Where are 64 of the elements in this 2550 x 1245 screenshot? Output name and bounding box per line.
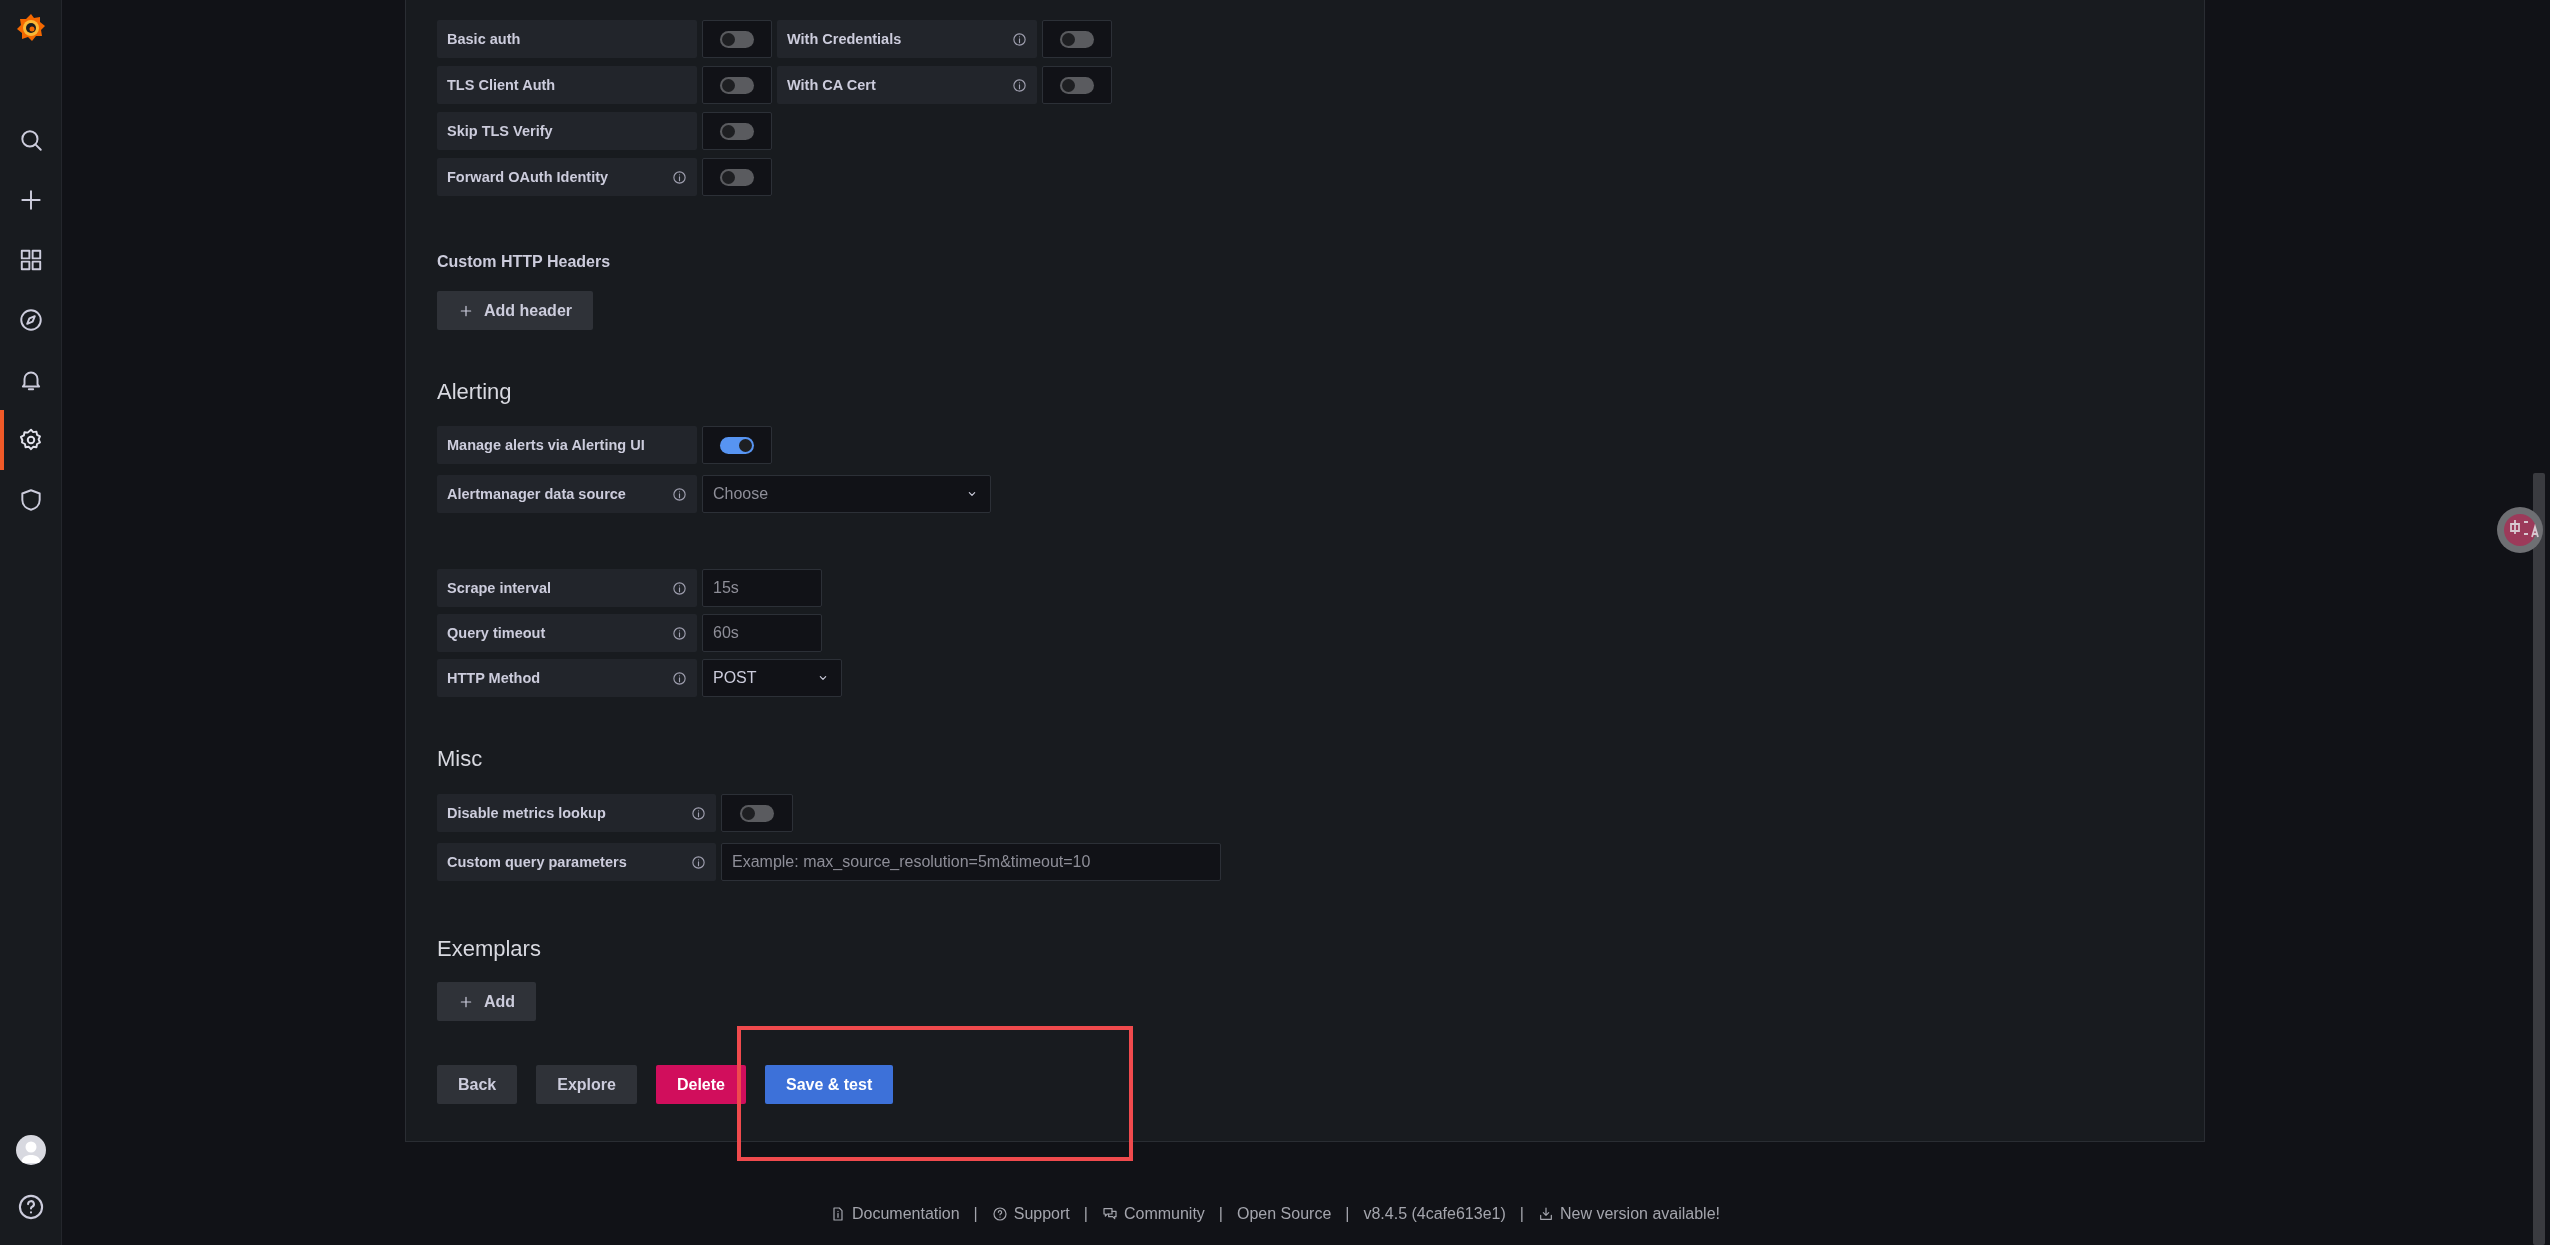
field-label: Alertmanager data source	[437, 475, 697, 513]
toggle-switch[interactable]	[740, 804, 774, 822]
separator: |	[1083, 1204, 1088, 1223]
toggle-switch[interactable]	[720, 30, 754, 48]
scrollbar-thumb[interactable]	[2533, 473, 2545, 1245]
add-button[interactable]: Add	[437, 982, 537, 1021]
info-icon	[672, 580, 687, 596]
field-label: Custom query parameters	[437, 843, 716, 881]
toggle-switch[interactable]	[1060, 76, 1094, 94]
footer-link[interactable]: Community	[1101, 1204, 1205, 1223]
field-label: TLS Client Auth	[437, 66, 697, 104]
info-icon	[691, 854, 706, 870]
toggle-switch[interactable]	[720, 168, 754, 186]
info-icon	[672, 670, 687, 686]
footer-link[interactable]: v8.4.5 (4cafe613e1)	[1363, 1204, 1506, 1223]
field-label: Disable metrics lookup	[437, 794, 716, 832]
add-header-button[interactable]: Add header	[437, 291, 593, 330]
info-icon	[1012, 77, 1027, 93]
settings-icon	[17, 427, 44, 453]
help-icon	[16, 1193, 45, 1221]
separator: |	[1519, 1204, 1524, 1223]
field-label: With CA Cert	[777, 66, 1037, 104]
action-button[interactable]: Back	[437, 1065, 518, 1104]
action-button[interactable]: Explore	[536, 1065, 637, 1104]
select-field[interactable]: POST	[702, 659, 842, 697]
field-label: Scrape interval	[437, 569, 697, 607]
section-title: Custom HTTP Headers	[437, 252, 612, 272]
field-label: Query timeout	[437, 614, 697, 652]
section-heading: Exemplars	[437, 935, 542, 963]
info-icon	[672, 169, 687, 185]
footer-link[interactable]: Support	[991, 1204, 1070, 1223]
field-label: Basic auth	[437, 20, 697, 58]
footer-link[interactable]: Documentation	[829, 1204, 960, 1223]
separator: |	[1218, 1204, 1223, 1223]
field-label: Skip TLS Verify	[437, 112, 697, 150]
action-button[interactable]: Delete	[655, 1065, 746, 1104]
input-field[interactable]: 15s	[702, 569, 822, 607]
input-field[interactable]: 60s	[702, 614, 822, 652]
input-field[interactable]: Example: max_source_resolution=5m&timeout=10	[721, 843, 1221, 881]
avatar-icon[interactable]	[15, 1135, 46, 1165]
toggle-switch[interactable]	[1060, 30, 1094, 48]
separator: |	[1345, 1204, 1350, 1223]
section-heading: Misc	[437, 745, 484, 773]
compass-icon	[17, 307, 44, 333]
field-label: Manage alerts via Alerting UI	[437, 426, 697, 464]
info-icon	[672, 486, 687, 502]
chat-icon	[1101, 1205, 1118, 1222]
download-icon	[1537, 1205, 1554, 1222]
footer-link[interactable]: New version available!	[1537, 1204, 1720, 1223]
select-field[interactable]: Choose	[702, 475, 991, 513]
info-icon	[1012, 31, 1027, 47]
info-icon	[691, 805, 706, 821]
field-label: Forward OAuth Identity	[437, 158, 697, 196]
toggle-switch[interactable]	[720, 122, 754, 140]
action-button[interactable]: Save & test	[764, 1065, 894, 1104]
field-label: With Credentials	[777, 20, 1037, 58]
separator: |	[973, 1204, 978, 1223]
field-label: HTTP Method	[437, 659, 697, 697]
info-icon	[672, 625, 687, 641]
help-icon	[991, 1205, 1008, 1222]
section-heading: Alerting	[437, 378, 513, 406]
toggle-switch[interactable]	[720, 436, 754, 454]
toggle-switch[interactable]	[720, 76, 754, 94]
footer-link[interactable]: Open Source	[1237, 1204, 1332, 1223]
